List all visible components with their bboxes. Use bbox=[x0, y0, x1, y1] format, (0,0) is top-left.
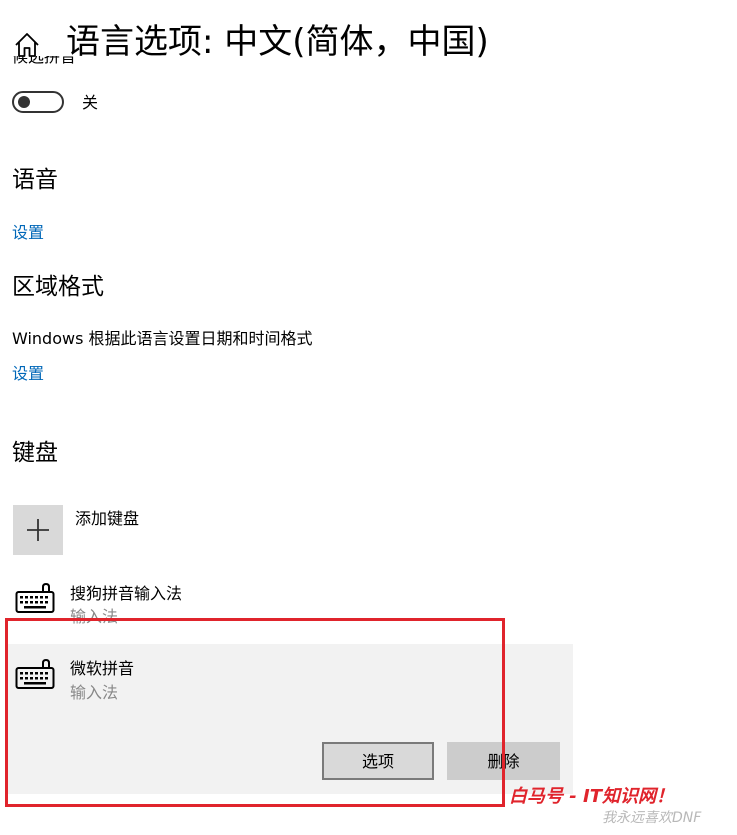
watermark-subtext: 我永远喜欢DNF bbox=[602, 810, 702, 826]
speech-settings-link[interactable]: 设置 bbox=[12, 222, 44, 244]
plus-icon bbox=[27, 519, 49, 541]
add-keyboard-label[interactable]: 添加键盘 bbox=[75, 508, 139, 530]
keyboard-icon bbox=[15, 582, 55, 614]
partial-setting-label: 候选拼音 bbox=[12, 56, 77, 66]
page-title: 语言选项: 中文(简体，中国) bbox=[66, 22, 489, 62]
speech-heading: 语音 bbox=[12, 167, 58, 193]
keyboard-icon bbox=[15, 658, 55, 690]
toggle-state-label: 关 bbox=[82, 93, 99, 112]
keyboard-item-title[interactable]: 搜狗拼音输入法 bbox=[70, 583, 182, 605]
keyboard-item-subtitle: 输入法 bbox=[70, 683, 119, 702]
keyboard-heading: 键盘 bbox=[12, 440, 58, 466]
remove-button[interactable]: 删除 bbox=[447, 742, 560, 780]
region-settings-link[interactable]: 设置 bbox=[12, 363, 44, 385]
keyboard-item-title[interactable]: 微软拼音 bbox=[70, 658, 134, 680]
region-heading: 区域格式 bbox=[12, 274, 104, 300]
watermark-text: 白马号 - IT知识网！ bbox=[509, 786, 674, 807]
toggle-knob bbox=[18, 96, 30, 108]
options-button[interactable]: 选项 bbox=[322, 742, 434, 780]
keyboard-item-subtitle: 输入法 bbox=[70, 607, 119, 626]
region-description: Windows 根据此语言设置日期和时间格式 bbox=[12, 329, 313, 348]
add-keyboard-button[interactable] bbox=[13, 505, 63, 555]
toggle-switch[interactable] bbox=[12, 91, 64, 113]
